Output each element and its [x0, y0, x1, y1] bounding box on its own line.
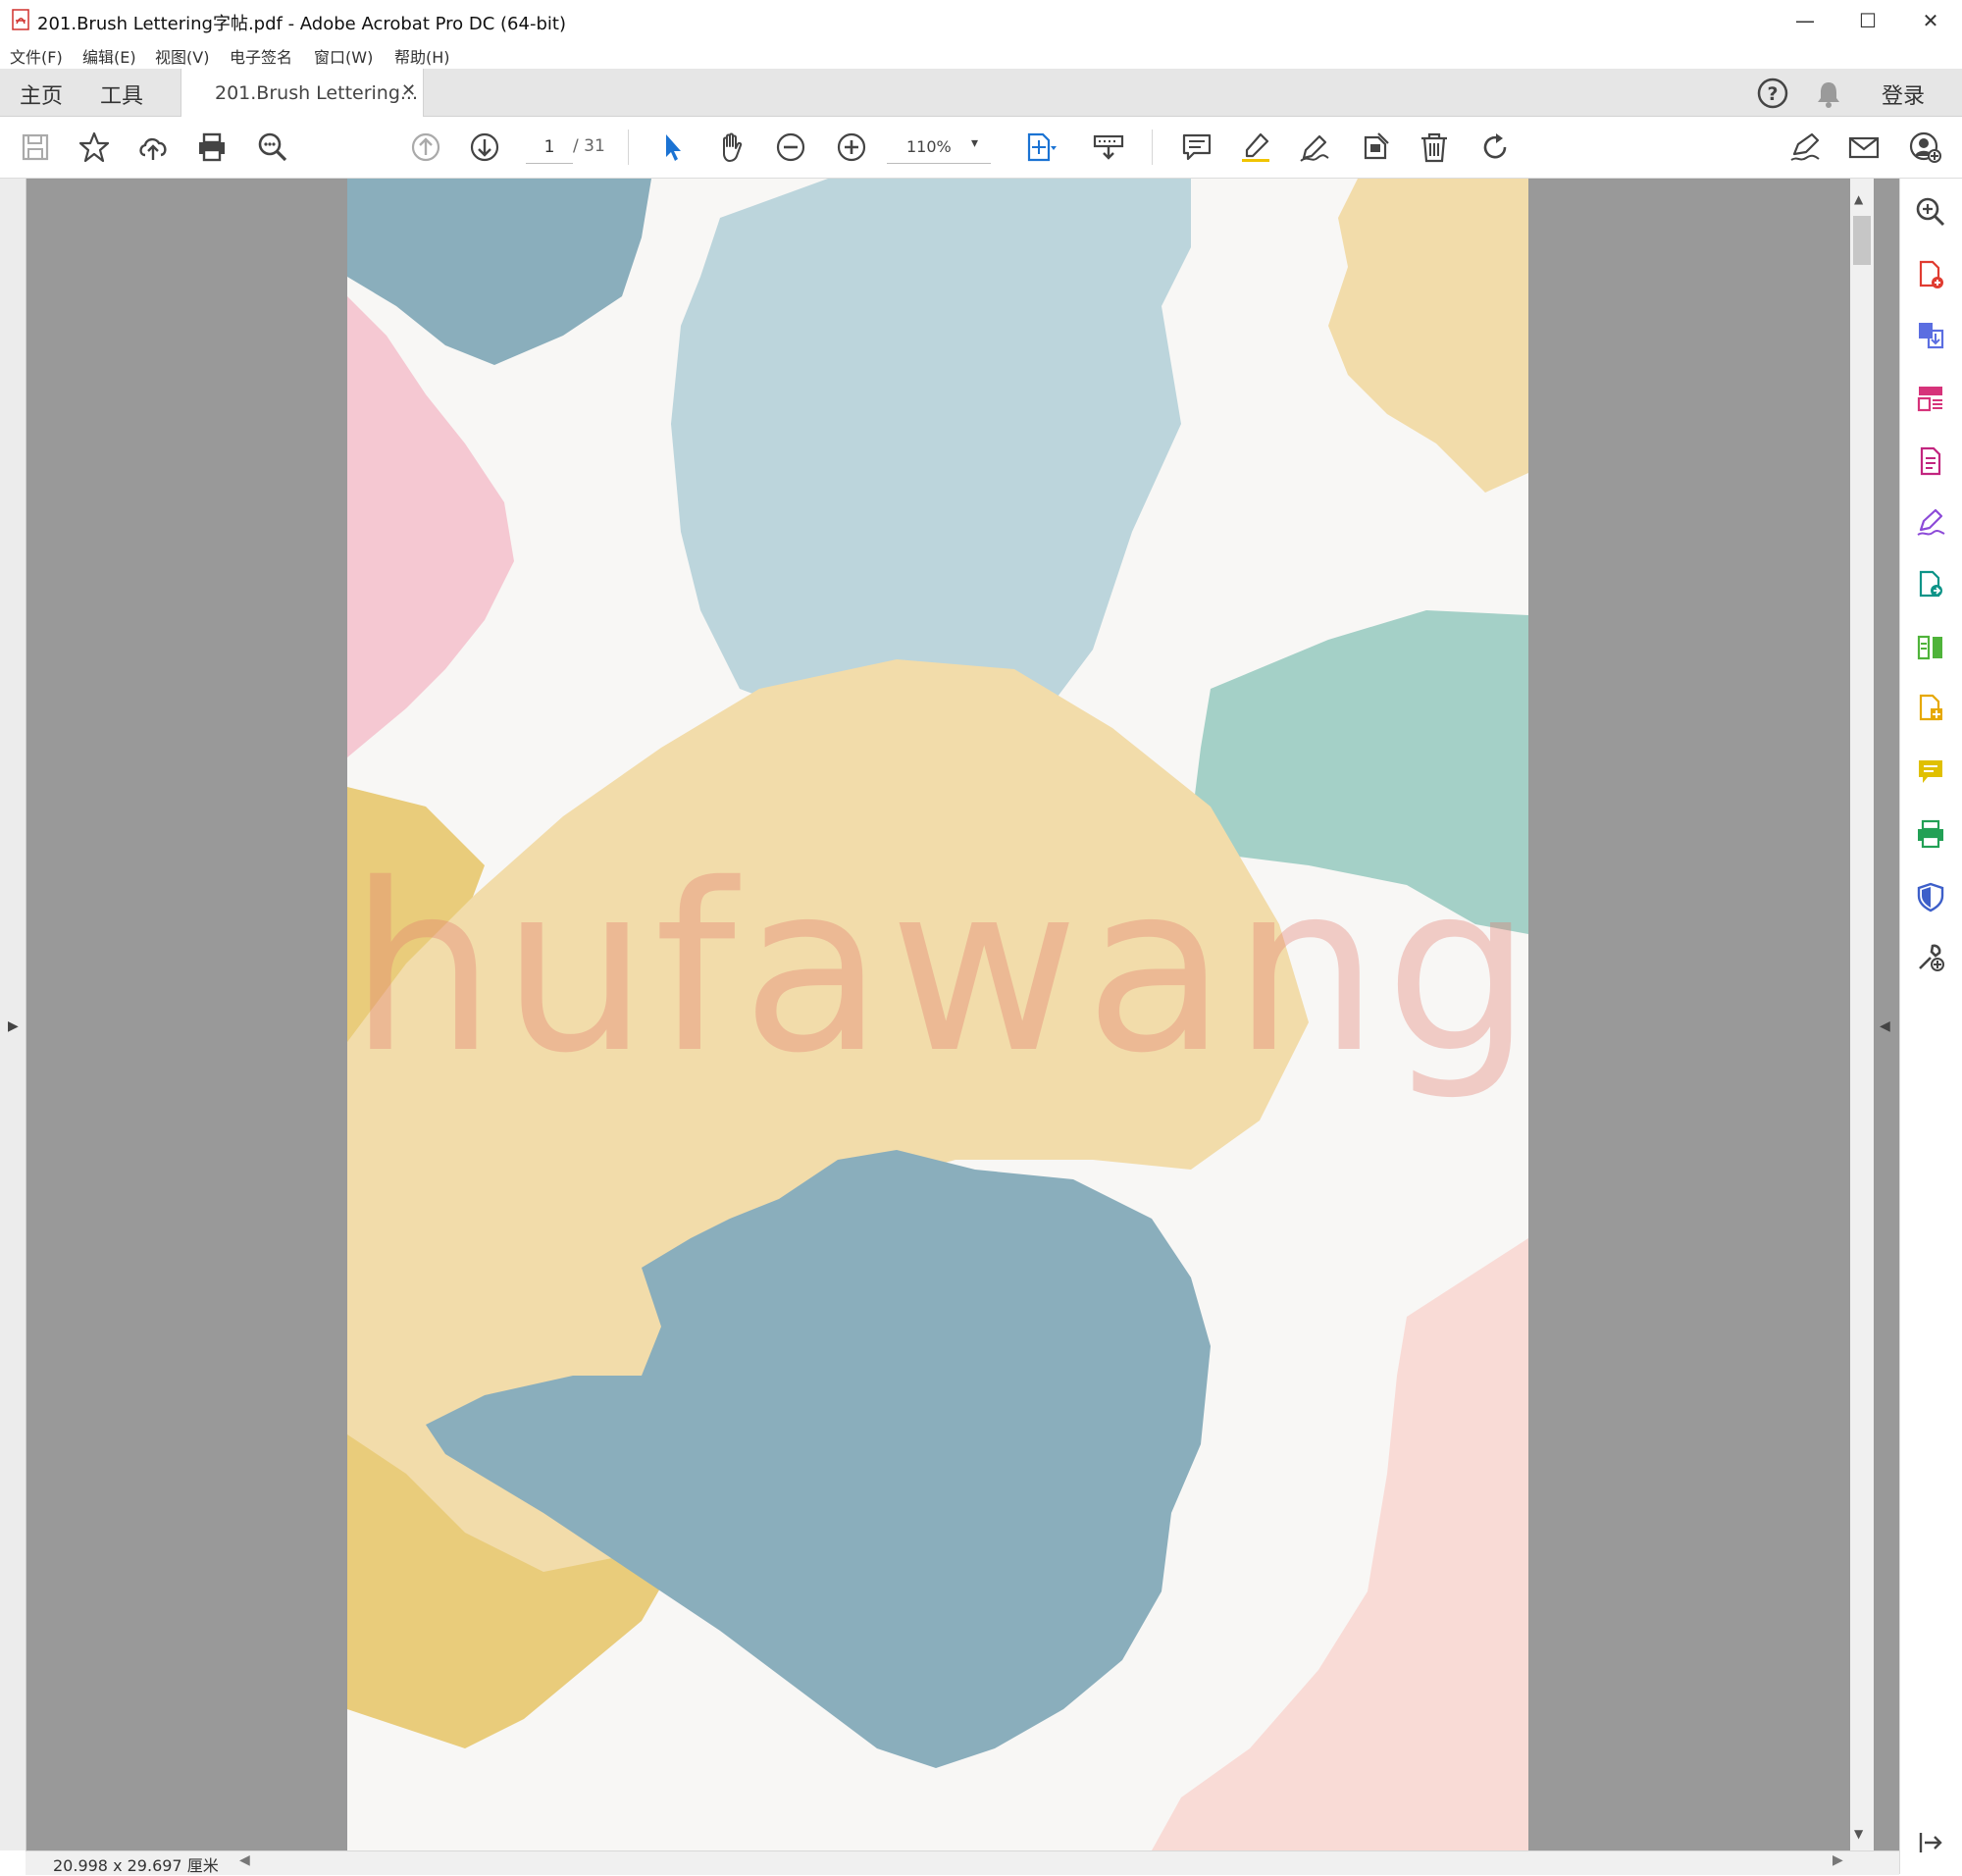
scroll-down-icon[interactable]: ▼	[1854, 1827, 1863, 1841]
star-icon[interactable]	[73, 126, 116, 169]
maximize-button[interactable]: ☐	[1836, 0, 1899, 41]
edit-pdf-icon[interactable]	[1911, 442, 1950, 481]
scroll-right-icon[interactable]: ▶	[1833, 1852, 1843, 1868]
cloud-upload-icon[interactable]	[131, 126, 175, 169]
menu-bar	[0, 41, 1962, 69]
menu-help[interactable]: 帮助(H)	[394, 44, 450, 68]
tab-tools[interactable]: 工具	[100, 78, 143, 110]
page-number-input[interactable]	[526, 131, 573, 164]
share-user-icon[interactable]	[1903, 126, 1946, 169]
select-arrow-icon[interactable]	[651, 126, 695, 169]
combine-icon[interactable]	[1911, 689, 1950, 728]
page-down-icon[interactable]	[463, 126, 506, 169]
menu-esign[interactable]: 电子签名	[230, 44, 292, 68]
print-icon[interactable]	[190, 126, 233, 169]
delete-icon[interactable]	[1413, 126, 1456, 169]
login-button[interactable]: 登录	[1882, 78, 1925, 110]
document-tab-label: 201.Brush Lettering...	[215, 82, 419, 104]
zoom-tool-icon[interactable]	[1911, 192, 1950, 232]
scroll-left-icon[interactable]: ◀	[239, 1852, 250, 1868]
bell-icon[interactable]	[1813, 78, 1844, 110]
expand-panel-icon[interactable]	[1911, 1823, 1950, 1862]
scrollbar-thumb[interactable]	[1853, 216, 1871, 265]
status-bar	[26, 1850, 1899, 1875]
sign-pen-icon[interactable]	[1293, 126, 1336, 169]
organize-pages-icon[interactable]	[1911, 379, 1950, 418]
toolbar-divider	[628, 130, 629, 165]
watermark-text: Shufawang.CN	[347, 834, 1528, 1104]
create-pdf-icon[interactable]	[1911, 255, 1950, 294]
comment-icon[interactable]	[1175, 126, 1218, 169]
close-window-button[interactable]: ✕	[1899, 0, 1962, 41]
menu-view[interactable]: 视图(V)	[155, 44, 209, 68]
zoom-value: 110%	[906, 137, 952, 156]
fill-sign-icon[interactable]	[1783, 126, 1827, 169]
vertical-scrollbar[interactable]	[1850, 179, 1874, 1850]
tab-home[interactable]: 主页	[20, 78, 63, 110]
zoom-dropdown[interactable]: 110% ▾	[887, 131, 991, 164]
keyboard-icon[interactable]	[1087, 126, 1130, 169]
help-icon[interactable]: ?	[1756, 77, 1789, 110]
toolbar-divider	[1152, 130, 1153, 165]
tab-document[interactable]: 201.Brush Lettering... ✕	[181, 69, 424, 117]
right-tools-panel	[1899, 179, 1962, 1874]
send-review-icon[interactable]	[1911, 565, 1950, 604]
fill-sign-panel-icon[interactable]	[1911, 502, 1950, 542]
pdf-page: Shufawang.CN	[347, 179, 1528, 1850]
protect-icon[interactable]	[1911, 877, 1950, 916]
zoom-in-icon[interactable]	[830, 126, 873, 169]
fit-page-icon[interactable]	[1018, 126, 1061, 169]
more-tools-icon[interactable]	[1911, 938, 1950, 977]
page-size-readout: 20.998 x 29.697 厘米	[53, 1856, 219, 1875]
pdf-file-icon	[12, 9, 31, 30]
menu-file[interactable]: 文件(F)	[10, 44, 63, 68]
menu-edit[interactable]: 编辑(E)	[82, 44, 136, 68]
zoom-search-icon[interactable]	[251, 126, 294, 169]
compare-icon[interactable]	[1911, 628, 1950, 667]
scroll-up-icon[interactable]: ▲	[1854, 192, 1863, 206]
rotate-icon[interactable]	[1473, 126, 1517, 169]
page-total: / 31	[573, 136, 605, 156]
mail-icon[interactable]	[1842, 126, 1885, 169]
hand-icon[interactable]	[710, 126, 753, 169]
save-icon[interactable]	[14, 126, 57, 169]
close-tab-button[interactable]: ✕	[401, 80, 416, 101]
stamp-icon[interactable]	[1354, 126, 1397, 169]
window-title: 201.Brush Lettering字帖.pdf - Adobe Acroba…	[37, 14, 566, 34]
chevron-down-icon: ▾	[971, 135, 979, 151]
menu-window[interactable]: 窗口(W)	[314, 44, 373, 68]
collapse-right-pane-icon[interactable]: ◀	[1880, 1018, 1890, 1034]
export-pdf-icon[interactable]	[1911, 316, 1950, 355]
zoom-out-icon[interactable]	[769, 126, 812, 169]
left-navigation-strip[interactable]	[0, 179, 26, 1850]
page-up-icon[interactable]	[404, 126, 447, 169]
highlighter-icon[interactable]	[1234, 126, 1277, 169]
print-production-icon[interactable]	[1911, 814, 1950, 854]
comment-panel-icon[interactable]	[1911, 752, 1950, 791]
svg-text:?: ?	[1767, 83, 1778, 105]
minimize-button[interactable]: —	[1774, 0, 1836, 41]
expand-left-pane-icon[interactable]: ▶	[8, 1018, 19, 1034]
